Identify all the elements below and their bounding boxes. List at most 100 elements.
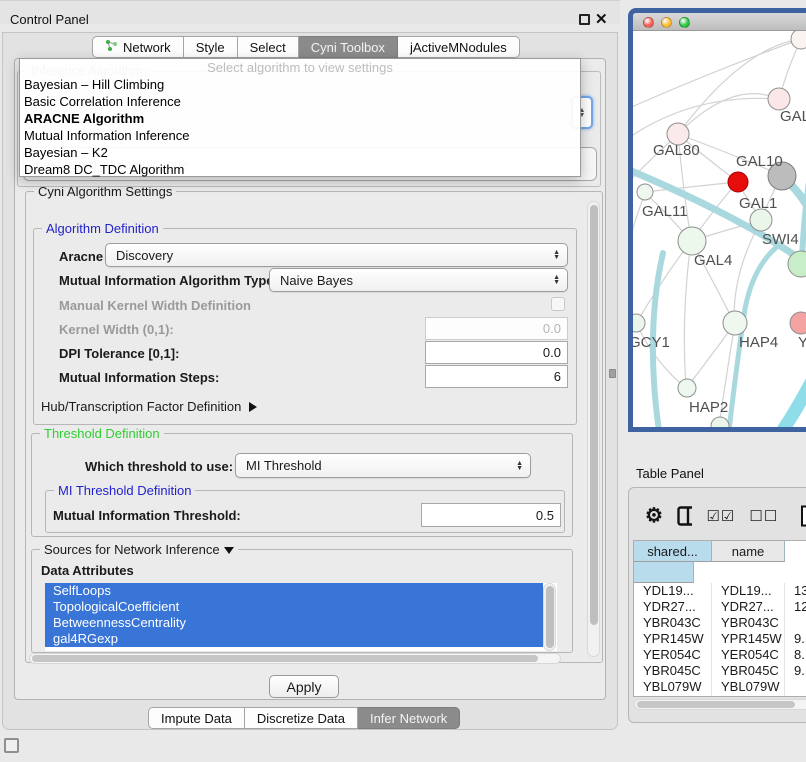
algorithm-popup-item[interactable]: Bayesian – Hill Climbing [20, 76, 580, 93]
network-node-label: Y [798, 334, 806, 351]
gear-icon[interactable]: ⚙ [645, 506, 663, 526]
data-attribute-item[interactable]: gal4RGexp [45, 631, 543, 647]
table-row[interactable]: YBR045CYBR045C9. [634, 663, 806, 679]
table-hscrollbar-track[interactable] [634, 699, 806, 710]
settings-hscrollbar-thumb[interactable] [32, 655, 538, 662]
checked-columns-icon[interactable]: ☑☑ [706, 507, 735, 525]
panel-splitter-grip[interactable] [609, 369, 616, 378]
apply-button[interactable]: Apply [269, 675, 339, 698]
hub-definition-label: Hub/Transcription Factor Definition [41, 399, 241, 414]
table-cell: YBL079W [712, 679, 785, 695]
network-node[interactable] [728, 172, 748, 192]
table-cell: YBR045C [634, 663, 712, 679]
tab-label: Network [123, 40, 171, 55]
which-threshold-combo[interactable]: MI Threshold ▲▼ [235, 453, 531, 478]
mi-type-combo[interactable]: Naive Bayes ▲▼ [269, 268, 568, 292]
network-node[interactable] [711, 417, 729, 427]
network-node-gal11[interactable] [637, 184, 653, 200]
aracne-mode-combo[interactable]: Discovery ▲▼ [105, 243, 568, 267]
tab-network[interactable]: Network [92, 36, 184, 58]
network-node-hap2[interactable] [678, 379, 696, 397]
network-canvas[interactable]: GALGAL80GAL10GAL11GAL1SWI4GAL4GCY1HAP4YH… [633, 31, 806, 427]
table-cell: 13 [785, 583, 806, 599]
table-row[interactable]: YBR043CYBR043C [634, 615, 806, 631]
table-cell: YDL19... [712, 583, 785, 599]
algorithm-popup-item[interactable]: Mutual Information Inference [20, 127, 580, 144]
tab-impute-data[interactable]: Impute Data [148, 707, 245, 729]
table-row[interactable]: YPR145WYPR145W9. [634, 631, 806, 647]
tab-style[interactable]: Style [184, 36, 238, 58]
attributes-scrollbar-thumb[interactable] [546, 586, 554, 648]
data-attribute-item[interactable]: TopologicalCoefficient [45, 599, 543, 615]
control-panel-titlebar [0, 0, 620, 24]
tab-select[interactable]: Select [238, 36, 299, 58]
network-node[interactable] [791, 31, 806, 49]
sources-group-title: Sources for Network Inference [40, 542, 238, 557]
network-node-label: GCY1 [633, 334, 670, 351]
tab-label: Style [196, 40, 225, 55]
algorithm-popup-item[interactable]: ARACNE Algorithm [20, 110, 580, 127]
mi-steps-value: 6 [554, 369, 561, 384]
network-node-label: GAL11 [642, 203, 688, 220]
algorithm-dropdown-popup: Select algorithm to view settings Bayesi… [19, 58, 581, 177]
table-row[interactable]: YBL079WYBL079W [634, 679, 806, 695]
minimize-traffic-light-icon[interactable] [661, 17, 672, 28]
network-node-gal4[interactable] [678, 227, 706, 255]
table-panel: ⚙ ☑☑ ☐☐ shared...name YDL19...YDL19...13… [628, 487, 806, 723]
network-view-window[interactable]: GALGAL80GAL10GAL11GAL1SWI4GAL4GCY1HAP4YH… [628, 8, 806, 432]
settings-hscrollbar-track[interactable] [29, 653, 561, 664]
mi-threshold-field[interactable]: 0.5 [421, 503, 561, 527]
manual-kernel-checkbox[interactable] [551, 297, 565, 311]
algorithm-popup-item[interactable]: Basic Correlation Inference [20, 93, 580, 110]
hub-definition-toggle[interactable]: Hub/Transcription Factor Definition [41, 399, 257, 414]
attributes-scrollbar-track[interactable] [543, 583, 556, 651]
tab-infer-network[interactable]: Infer Network [358, 707, 460, 729]
cyni-toolbox-content: Inference Algorithm gal-filtered sif def… [14, 58, 606, 700]
algorithm-popup-item[interactable]: Bayesian – K2 [20, 144, 580, 161]
algorithm-popup-item[interactable]: Dream8 DC_TDC Algorithm [20, 161, 580, 178]
network-node-y[interactable] [790, 312, 806, 334]
table-row[interactable]: YDR27...YDR27...12 [634, 599, 806, 615]
float-panel-icon[interactable] [579, 14, 590, 25]
restore-panel-icon[interactable] [4, 738, 19, 753]
table-hscrollbar-thumb[interactable] [637, 701, 795, 708]
kernel-width-field[interactable]: 0.0 [425, 317, 568, 340]
settings-scrollbar-track[interactable] [587, 201, 600, 657]
zoom-traffic-light-icon[interactable] [679, 17, 690, 28]
data-attributes-list[interactable]: SelfLoopsTopologicalCoefficientBetweenne… [45, 583, 557, 651]
mi-steps-field[interactable]: 6 [425, 365, 568, 388]
chevron-updown-icon: ▲▼ [553, 275, 560, 285]
column-header-clipped[interactable] [634, 562, 694, 583]
network-node-label: HAP4 [739, 334, 778, 351]
close-icon[interactable]: ✕ [595, 10, 608, 28]
tab-jactivemnodules[interactable]: jActiveMNodules [398, 36, 520, 58]
data-attribute-item[interactable]: SelfLoops [45, 583, 543, 599]
node-attribute-table[interactable]: shared...name YDL19...YDL19...13YDR27...… [633, 540, 806, 697]
close-traffic-light-icon[interactable] [643, 17, 654, 28]
network-icon [105, 39, 118, 55]
tab-label: Select [250, 40, 286, 55]
table-row[interactable]: YLR345WYLR345W9. [634, 695, 806, 697]
dpi-tolerance-field[interactable]: 0.0 [425, 341, 568, 364]
data-attribute-item[interactable]: BetweennessCentrality [45, 615, 543, 631]
network-node-gal[interactable] [768, 88, 790, 110]
network-node-hap4[interactable] [723, 311, 747, 335]
kernel-width-label: Kernel Width (0,1): [59, 322, 174, 337]
network-window-titlebar[interactable] [633, 13, 806, 31]
network-node-gal1[interactable] [750, 209, 772, 231]
column-header-shared...[interactable]: shared... [634, 541, 712, 562]
table-cell: YPR145W [634, 631, 712, 647]
table-cell: 9. [785, 663, 806, 679]
table-row[interactable]: YER054CYER054C8. [634, 647, 806, 663]
document-icon[interactable] [800, 505, 806, 527]
table-row[interactable]: YDL19...YDL19...13 [634, 583, 806, 599]
column-view-icon[interactable] [677, 506, 693, 526]
settings-scrollbar-thumb[interactable] [590, 205, 598, 625]
tab-cyni-toolbox[interactable]: Cyni Toolbox [299, 36, 398, 58]
tab-discretize-data[interactable]: Discretize Data [245, 707, 358, 729]
aracne-mode-value: Discovery [116, 248, 173, 263]
column-header-name[interactable]: name [712, 541, 785, 562]
control-panel-tabbar: Network Style Select Cyni ToolboxjActiveMNo… [92, 36, 520, 58]
unchecked-columns-icon[interactable]: ☐☐ [749, 507, 778, 525]
network-node-gcy1[interactable] [633, 314, 645, 332]
